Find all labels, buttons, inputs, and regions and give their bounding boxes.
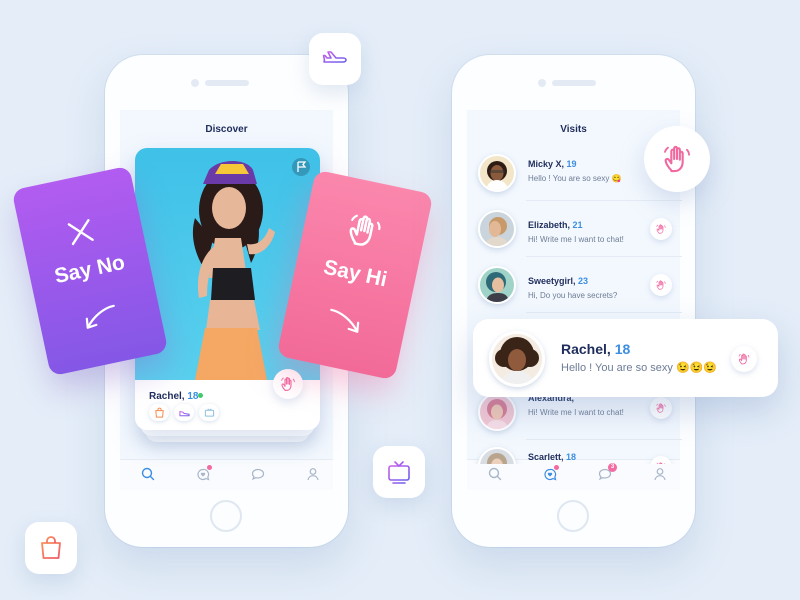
report-flag-button[interactable] — [292, 158, 310, 176]
visit-message: Hi! Write me I want to chat! — [528, 408, 624, 417]
waving-hand-icon — [737, 352, 751, 366]
tab-search[interactable] — [140, 466, 156, 482]
visit-age: 19 — [566, 159, 577, 169]
profile-icon — [307, 468, 319, 481]
visit-name: Scarlett, 18 — [528, 452, 576, 462]
visit-name-text: Micky X, — [528, 159, 565, 169]
tab-search[interactable] — [487, 466, 503, 482]
popup-name: Rachel, 18 — [561, 341, 630, 357]
popup-message: Hello ! You are so sexy 😉😉😉 — [561, 362, 718, 374]
avatar — [478, 393, 516, 431]
profile-icon — [654, 468, 666, 481]
page-title: Visits — [560, 124, 587, 135]
divider — [526, 312, 682, 313]
tv-icon — [388, 461, 410, 484]
waving-hand-icon — [655, 223, 667, 235]
arrow-down-left-icon — [85, 304, 115, 329]
shopping-bag-icon — [41, 536, 61, 559]
shopping-bag-icon — [155, 407, 164, 418]
tab-profile[interactable] — [652, 466, 668, 482]
home-button[interactable] — [557, 500, 589, 532]
say-hi-button[interactable] — [273, 369, 303, 399]
visit-row[interactable]: Sweetygirl, 23 Hi, Do you have secrets? — [468, 257, 682, 313]
profile-name-text: Rachel, — [149, 391, 185, 402]
profile-name: Rachel, 18 — [149, 391, 198, 402]
visit-row[interactable]: Scarlett, 18 — [468, 440, 682, 464]
visit-name: Micky X, 19 — [528, 159, 577, 169]
search-icon — [488, 467, 502, 481]
interest-chip-shopping[interactable] — [149, 404, 169, 421]
visit-name: Elizabeth, 21 — [528, 220, 583, 230]
say-hi-floating-button[interactable] — [644, 126, 710, 192]
waving-hand-icon — [660, 142, 694, 176]
flag-icon — [297, 161, 307, 172]
tab-profile[interactable] — [305, 466, 321, 482]
avatar — [478, 266, 516, 304]
tv-app-icon[interactable] — [373, 446, 425, 498]
camera — [191, 79, 199, 87]
say-hi-button[interactable] — [650, 218, 672, 240]
arrow-down-right-icon — [330, 308, 360, 333]
visit-age: 18 — [566, 452, 577, 462]
visit-name-text: Sweetygirl, — [528, 276, 576, 286]
page-title: Discover — [205, 124, 248, 135]
visit-age: 23 — [578, 276, 589, 286]
chat-badge: 3 — [608, 463, 617, 472]
search-icon — [141, 467, 155, 481]
visit-name-text: Elizabeth, — [528, 220, 571, 230]
waving-hand-icon — [341, 207, 388, 254]
popup-age: 18 — [614, 341, 631, 357]
interest-chip-tv[interactable] — [199, 404, 219, 421]
avatar — [478, 154, 516, 192]
say-no-label: Say No — [52, 250, 127, 289]
home-button[interactable] — [210, 500, 242, 532]
say-hi-label: Say Hi — [321, 255, 390, 292]
sneaker-icon — [179, 410, 190, 417]
popup-avatar — [489, 331, 545, 387]
tv-icon — [204, 408, 215, 417]
visit-name: Sweetygirl, 23 — [528, 276, 588, 286]
tab-chat[interactable] — [250, 466, 266, 482]
notification-dot — [207, 465, 212, 470]
chat-icon — [251, 468, 265, 481]
say-hi-button[interactable] — [650, 397, 672, 419]
speaker — [205, 80, 249, 86]
speaker — [552, 80, 596, 86]
visit-message: Hi! Write me I want to chat! — [528, 235, 624, 244]
say-hi-button[interactable] — [650, 274, 672, 296]
visit-message: Hello ! You are so sexy 😋 — [528, 174, 622, 183]
waving-hand-icon — [655, 279, 667, 291]
visit-message: Hi, Do you have secrets? — [528, 291, 618, 300]
visit-age: 21 — [572, 220, 583, 230]
visit-row[interactable]: Elizabeth, 21 Hi! Write me I want to cha… — [468, 201, 682, 257]
waving-hand-icon — [279, 375, 297, 393]
x-icon — [67, 219, 94, 246]
camera — [538, 79, 546, 87]
say-hi-button[interactable] — [731, 346, 757, 372]
tab-chat[interactable]: 3 — [597, 463, 617, 482]
waving-hand-icon — [655, 402, 667, 414]
avatar — [478, 210, 516, 248]
visit-popup[interactable]: Rachel, 18 Hello ! You are so sexy 😉😉😉 — [473, 319, 778, 397]
airplane-icon — [322, 51, 347, 67]
tab-bar — [120, 459, 333, 490]
online-indicator — [198, 393, 203, 398]
say-hi-button[interactable] — [650, 456, 672, 464]
profile-age: 18 — [187, 391, 199, 402]
waving-hand-icon — [655, 461, 667, 464]
tab-likes[interactable] — [542, 465, 559, 482]
tab-likes[interactable] — [195, 465, 212, 482]
travel-app-icon[interactable] — [309, 33, 361, 85]
visit-name-text: Scarlett, — [528, 452, 564, 462]
popup-name-text: Rachel, — [561, 341, 611, 357]
interest-chip-sport[interactable] — [174, 404, 194, 421]
shopping-app-icon[interactable] — [25, 522, 77, 574]
notification-dot — [554, 465, 559, 470]
avatar — [478, 447, 516, 464]
